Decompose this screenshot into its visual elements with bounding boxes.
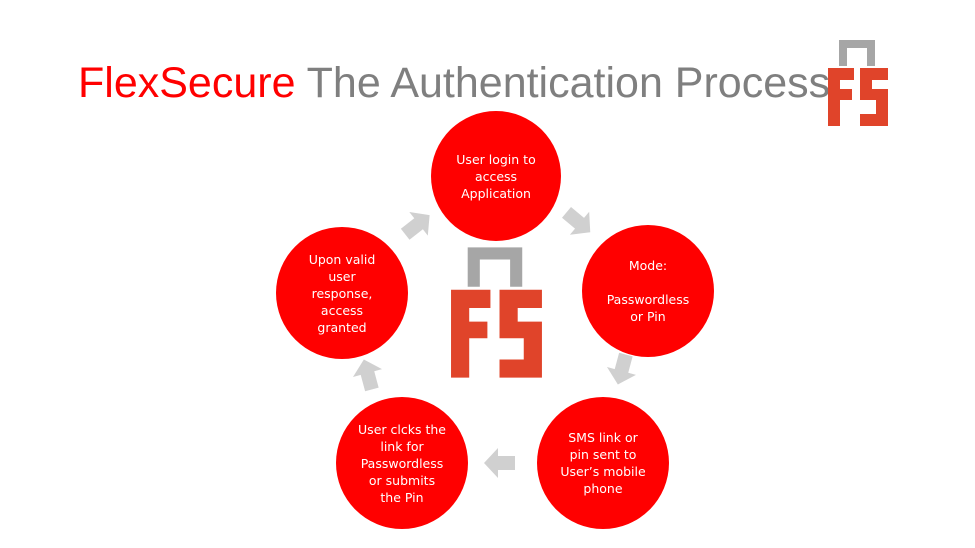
title-text: The Authentication Process	[306, 59, 831, 107]
page-title: FlexSecure The Authentication Process	[78, 58, 830, 108]
step-user-login: User login to access Application	[431, 111, 561, 241]
title-brand: FlexSecure	[78, 59, 296, 107]
flow-arrow-user-clicks-to-granted	[352, 359, 382, 392]
step-sms-sent-label: SMS link or pin sent to User’s mobile ph…	[560, 430, 646, 496]
step-access-granted: Upon valid user response, access granted	[276, 227, 408, 359]
step-user-clicks-label: User clcks the link for Passwordless or …	[358, 421, 446, 505]
step-access-granted-label: Upon valid user response, access granted	[308, 251, 376, 335]
flexsecure-logo-small	[828, 40, 888, 126]
step-sms-sent: SMS link or pin sent to User’s mobile ph…	[537, 397, 669, 529]
flow-arrow-mode-to-sms	[606, 352, 636, 385]
flexsecure-logo-center	[451, 247, 542, 378]
flow-arrow-sms-to-user-clicks	[484, 448, 515, 478]
step-mode-label: Mode: Passwordless or Pin	[606, 258, 690, 324]
flow-arrow-login-to-mode	[562, 206, 591, 235]
flow-arrow-granted-to-login	[400, 211, 430, 240]
step-user-clicks: User clcks the link for Passwordless or …	[336, 397, 468, 529]
step-mode: Mode: Passwordless or Pin	[582, 225, 714, 357]
step-user-login-label: User login to access Application	[456, 151, 536, 201]
